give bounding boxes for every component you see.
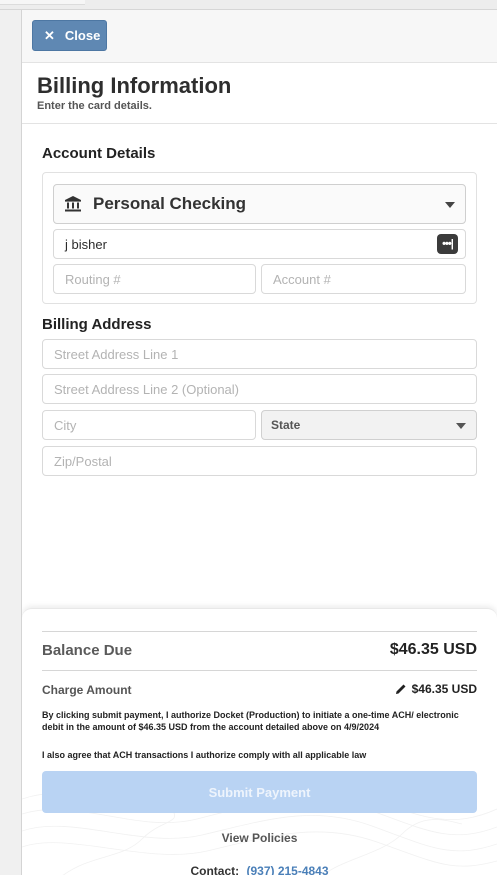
panel-header: ✕ Close — [22, 10, 497, 63]
city-placeholder: City — [54, 417, 77, 433]
tab-stub — [0, 0, 85, 5]
account-type-value: Personal Checking — [93, 194, 247, 213]
city-field[interactable]: City — [42, 410, 256, 440]
account-number-placeholder: Account # — [273, 271, 331, 287]
close-button-label: Close — [64, 28, 101, 43]
street-address-1-placeholder: Street Address Line 1 — [54, 346, 179, 362]
contact-phone-link[interactable]: (937) 215-4843 — [246, 864, 328, 875]
balance-due-label: Balance Due — [42, 642, 133, 659]
state-label: State — [271, 418, 301, 432]
ach-agreement-text: I also agree that ACH transactions I aut… — [42, 750, 367, 760]
charge-amount-value[interactable]: $46.35 USD — [395, 682, 477, 696]
chevron-down-icon — [456, 423, 466, 429]
pencil-icon[interactable] — [395, 683, 407, 695]
zip-postal-placeholder: Zip/Postal — [54, 453, 112, 469]
billing-address-title: Billing Address — [42, 316, 152, 333]
state-select[interactable]: State — [261, 410, 477, 440]
divider — [42, 631, 477, 632]
close-icon: ✕ — [44, 27, 55, 43]
account-number-field[interactable]: Account # — [261, 264, 466, 294]
street-address-1-field[interactable]: Street Address Line 1 — [42, 339, 477, 369]
close-button[interactable]: ✕ Close — [32, 20, 107, 51]
charge-amount-label: Charge Amount — [42, 683, 132, 697]
bank-icon — [65, 196, 81, 212]
browser-top-strip — [0, 0, 497, 10]
payment-summary-footer: Balance Due $46.35 USD Charge Amount $46… — [22, 608, 497, 875]
summary-content: Balance Due $46.35 USD Charge Amount $46… — [22, 609, 497, 875]
zip-postal-field[interactable]: Zip/Postal — [42, 446, 477, 476]
routing-number-placeholder: Routing # — [65, 271, 121, 287]
chevron-down-icon — [445, 202, 455, 208]
account-details-box: Personal Checking j bisher •••| Routing … — [42, 172, 477, 304]
page-subtitle: Enter the card details. — [37, 100, 152, 112]
account-details-title: Account Details — [42, 145, 156, 162]
charge-amount-text: $46.35 USD — [411, 682, 477, 696]
account-holder-name-field[interactable]: j bisher •••| — [53, 229, 466, 259]
routing-number-field[interactable]: Routing # — [53, 264, 256, 294]
divider — [42, 670, 477, 671]
contact-label: Contact: — [190, 864, 240, 875]
account-type-select[interactable]: Personal Checking — [53, 184, 466, 224]
title-area: Billing Information Enter the card detai… — [22, 63, 497, 124]
account-holder-name-value: j bisher — [65, 236, 107, 252]
password-manager-icon[interactable]: •••| — [437, 234, 458, 254]
street-address-2-placeholder: Street Address Line 2 (Optional) — [54, 381, 239, 397]
background-page-edge — [0, 10, 22, 875]
street-address-2-field[interactable]: Street Address Line 2 (Optional) — [42, 374, 477, 404]
contact-line: Contact: (937) 215-4843 — [22, 864, 497, 875]
billing-panel: ✕ Close Billing Information Enter the ca… — [22, 10, 497, 875]
view-policies-link[interactable]: View Policies — [22, 831, 497, 845]
submit-payment-button[interactable]: Submit Payment — [42, 771, 477, 813]
page-title: Billing Information — [37, 73, 232, 98]
authorization-text: By clicking submit payment, I authorize … — [42, 710, 459, 732]
balance-due-value: $46.35 USD — [389, 641, 477, 658]
